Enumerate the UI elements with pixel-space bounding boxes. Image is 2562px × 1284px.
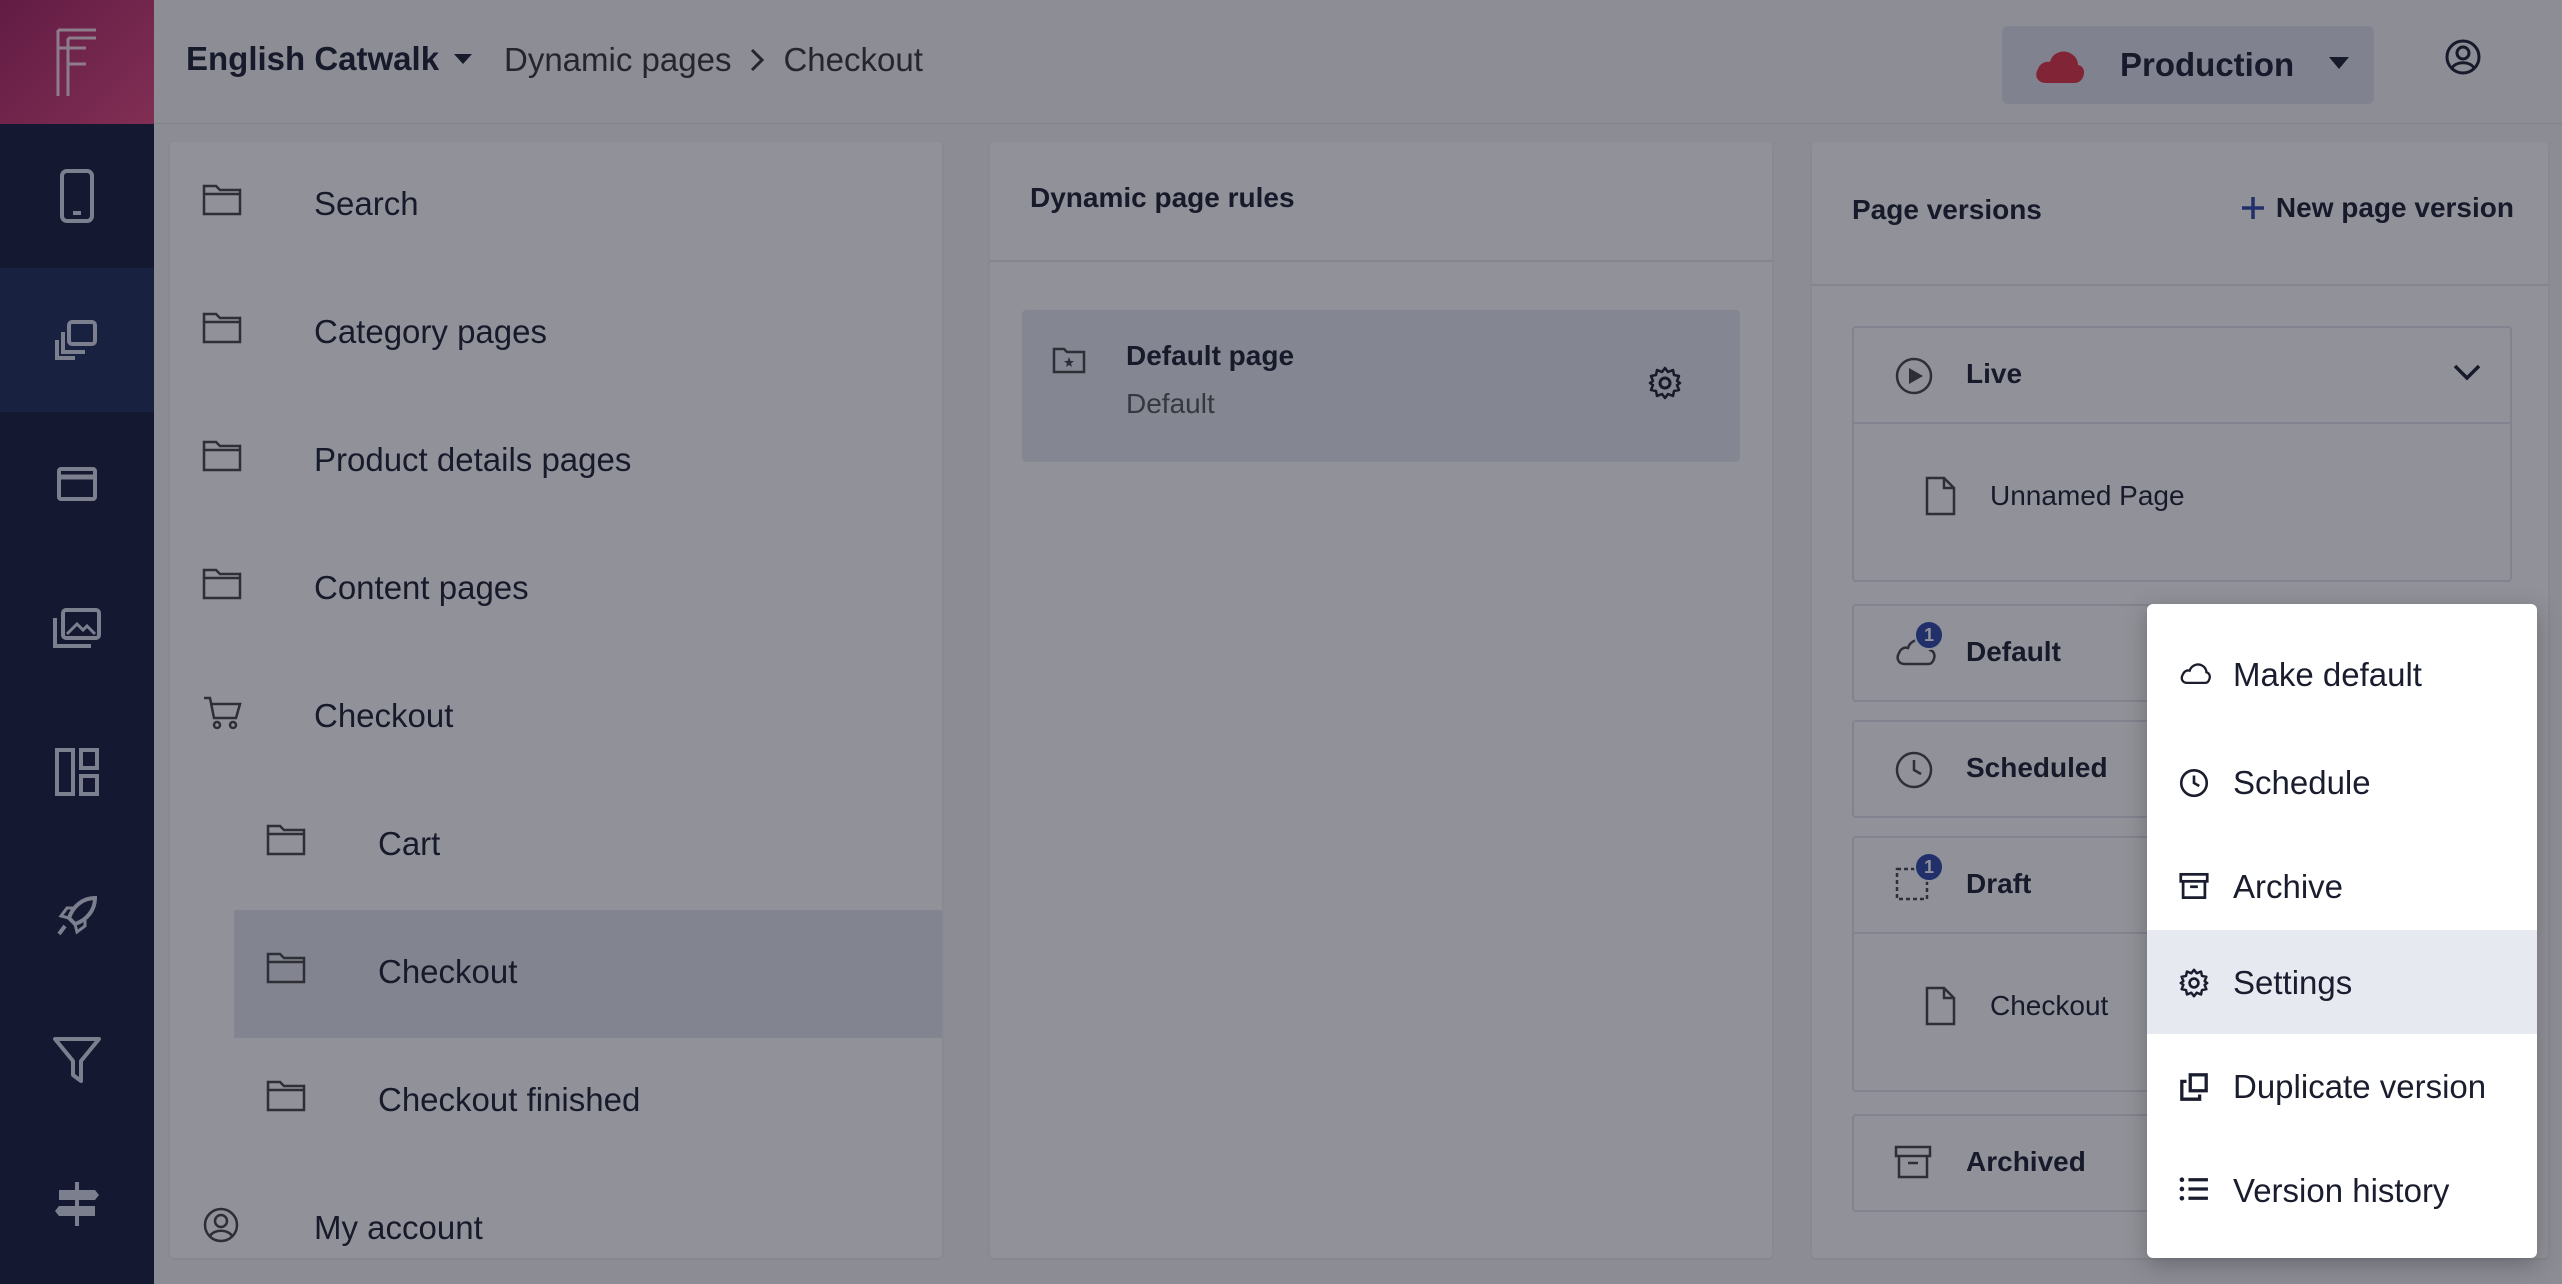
menu-item-label: Version history bbox=[2233, 1172, 2450, 1209]
cloud-outline-icon bbox=[2180, 663, 2211, 685]
menu-item-label: Schedule bbox=[2233, 764, 2371, 801]
archive-icon bbox=[2179, 872, 2209, 900]
menu-item-label: Archive bbox=[2233, 868, 2344, 905]
list-icon bbox=[2179, 1177, 2208, 1201]
menu-item-archive[interactable]: Archive bbox=[2147, 834, 2537, 938]
menu-item-make-default[interactable]: Make default bbox=[2155, 620, 2503, 730]
menu-item-duplicate-version[interactable]: Duplicate version bbox=[2147, 1034, 2537, 1138]
menu-item-label: Make default bbox=[2233, 656, 2422, 693]
version-context-menu: Make default Schedule Archive Settings D… bbox=[2147, 604, 2537, 1258]
menu-item-version-history[interactable]: Version history bbox=[2147, 1138, 2537, 1242]
menu-item-label: Settings bbox=[2233, 964, 2353, 1001]
menu-item-label: Duplicate version bbox=[2233, 1068, 2487, 1105]
menu-item-schedule[interactable]: Schedule bbox=[2147, 730, 2537, 834]
menu-item-settings[interactable]: Settings bbox=[2147, 930, 2537, 1034]
duplicate-icon bbox=[2180, 1073, 2208, 1101]
gear-icon bbox=[2179, 968, 2209, 998]
clock-icon bbox=[2179, 768, 2209, 798]
